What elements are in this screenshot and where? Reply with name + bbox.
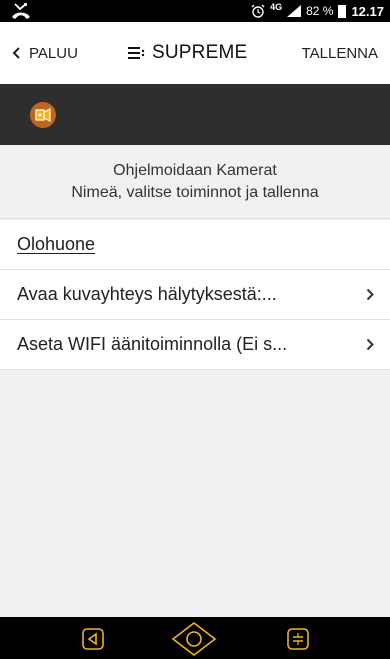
back-button-label: PALUU: [29, 44, 78, 62]
battery-percent: 82 %: [306, 4, 334, 18]
network-type: 4G: [270, 2, 283, 12]
instructions-panel: Ohjelmoidaan Kamerat Nimeä, valitse toim…: [0, 145, 390, 219]
camera-name-row[interactable]: Olohuone: [0, 220, 390, 270]
status-time: 12.17: [351, 3, 384, 19]
menu-lines-icon: [128, 47, 145, 59]
camera-name-field[interactable]: Olohuone: [17, 234, 95, 255]
instructions-title: Ohjelmoidaan Kamerat: [113, 162, 277, 179]
instructions-subtitle: Nimeä, valitse toiminnot ja tallenna: [71, 184, 319, 201]
alarm-icon: [251, 4, 265, 18]
setting-row[interactable]: Aseta WIFI äänitoiminnolla (Ei s...: [0, 320, 390, 370]
status-bar: 4G 82 % 12.17: [0, 0, 390, 22]
app-header: PALUU SUPREME TALLENNA: [0, 22, 390, 84]
brand-name: SUPREME: [152, 42, 248, 63]
back-button[interactable]: PALUU: [12, 22, 78, 84]
setting-label: Avaa kuvayhteys hälytyksestä:...: [17, 284, 277, 304]
nav-menu-icon[interactable]: [287, 628, 309, 650]
camera-logo-icon[interactable]: [29, 101, 57, 129]
signal-icon: [287, 5, 302, 17]
chevron-right-icon: [366, 288, 374, 301]
device-toolbar: [0, 84, 390, 145]
chevron-left-icon: [12, 47, 20, 59]
nav-home-icon[interactable]: [171, 621, 217, 657]
battery-icon: [338, 5, 347, 18]
setting-row[interactable]: Avaa kuvayhteys hälytyksestä:...: [0, 270, 390, 320]
nav-back-icon[interactable]: [82, 628, 104, 650]
system-nav-bar: [0, 617, 390, 659]
chevron-right-icon: [366, 338, 374, 351]
save-button[interactable]: TALLENNA: [302, 22, 378, 84]
setting-label: Aseta WIFI äänitoiminnolla (Ei s...: [17, 334, 288, 354]
missed-call-icon: [12, 3, 30, 19]
brand: SUPREME: [128, 22, 247, 84]
